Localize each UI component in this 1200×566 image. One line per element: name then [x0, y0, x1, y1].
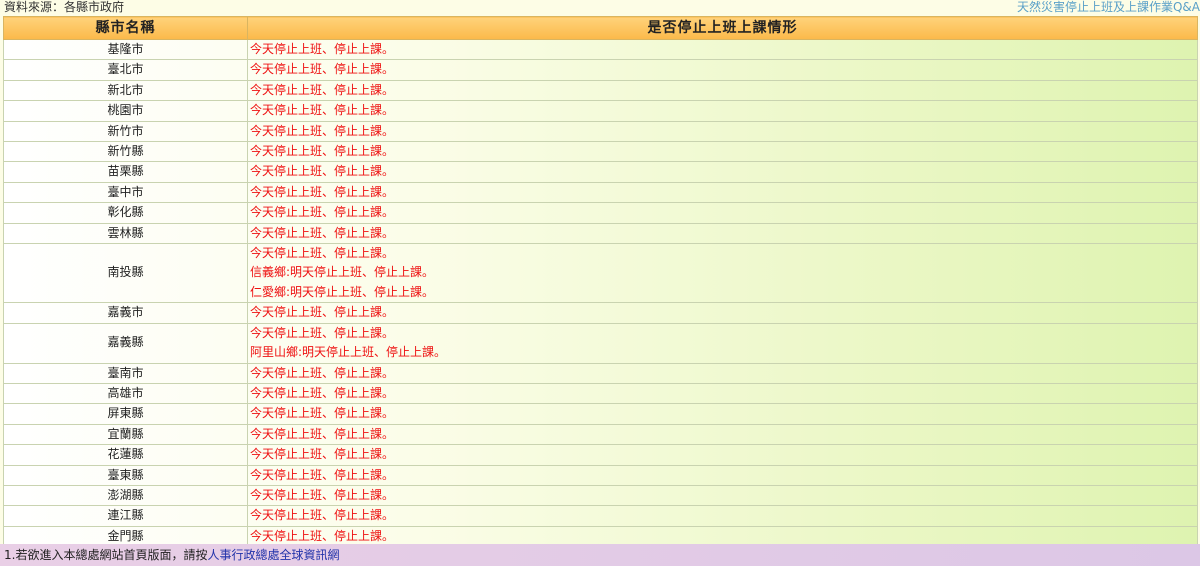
city-name-cell: 澎湖縣: [3, 484, 248, 507]
table-row: 臺南市 今天停止上班、停止上課。: [3, 362, 1198, 384]
closure-status-line: 今天停止上班、停止上課。: [250, 62, 395, 77]
closure-status-cell: 今天停止上班、停止上課。阿里山鄉:明天停止上班、停止上課。: [247, 322, 1198, 364]
closure-status-cell: 今天停止上班、停止上課。: [247, 59, 1198, 81]
closure-status-line: 今天停止上班、停止上課。: [250, 205, 395, 220]
closure-status-line: 今天停止上班、停止上課。: [250, 325, 395, 340]
closure-status-line: 今天停止上班、停止上課。: [250, 508, 395, 523]
closure-status-line: 今天停止上班、停止上課。: [250, 82, 395, 97]
city-name-cell: 基隆市: [3, 38, 248, 61]
city-name-cell: 新北市: [3, 79, 248, 102]
city-name-cell: 臺南市: [3, 362, 248, 384]
table-row: 彰化縣 今天停止上班、停止上課。: [3, 202, 1198, 224]
table-row: 高雄市 今天停止上班、停止上課。: [3, 382, 1198, 405]
closure-status-line: 今天停止上班、停止上課。: [250, 246, 395, 261]
closure-status-cell: 今天停止上班、停止上課。: [247, 38, 1198, 61]
city-name-cell: 連江縣: [3, 505, 248, 527]
table-row: 連江縣 今天停止上班、停止上課。: [3, 505, 1198, 527]
closure-status-line: 今天停止上班、停止上課。: [250, 365, 395, 380]
closure-status-cell: 今天停止上班、停止上課。: [247, 484, 1198, 507]
closure-status-line: 今天停止上班、停止上課。: [250, 305, 395, 320]
table-row: 新北市 今天停止上班、停止上課。: [3, 79, 1198, 102]
closure-status-line: 今天停止上班、停止上課。: [250, 123, 395, 138]
closure-status-table: 縣市名稱 是否停止上班上課情形 基隆市 今天停止上班、停止上課。 臺北市 今天停止上班…: [3, 16, 1198, 548]
closure-status-line: 今天停止上班、停止上課。: [250, 487, 395, 502]
data-source-label: 資料來源：各縣市政府: [4, 0, 125, 14]
closure-status-line: 今天停止上班、停止上課。: [250, 42, 395, 56]
column-header-status: 是否停止上班上課情形: [247, 16, 1198, 40]
table-row: 嘉義市 今天停止上班、停止上課。: [3, 302, 1198, 324]
closure-status-cell: 今天停止上班、停止上課。: [247, 382, 1198, 405]
city-name-cell: 臺東縣: [3, 464, 248, 486]
closure-status-cell: 今天停止上班、停止上課。信義鄉:明天停止上班、停止上課。 仁愛鄉:明天停止上班、停…: [247, 243, 1198, 304]
table-row: 嘉義縣 今天停止上班、停止上課。阿里山鄉:明天停止上班、停止上課。: [3, 322, 1198, 364]
city-name-cell: 嘉義縣: [3, 322, 248, 364]
closure-status-line: 今天停止上班、停止上課。: [250, 426, 395, 441]
closure-status-cell: 今天停止上班、停止上課。: [247, 120, 1198, 143]
table-row: 桃園市 今天停止上班、停止上課。: [3, 100, 1198, 122]
closure-status-line: 仁愛鄉:明天停止上班、停止上課。: [250, 284, 435, 299]
table-row: 南投縣 今天停止上班、停止上課。信義鄉:明天停止上班、停止上課。 仁愛鄉:明天停止上…: [3, 243, 1198, 304]
closure-status-cell: 今天停止上班、停止上課。: [247, 464, 1198, 486]
dgpa-website-link[interactable]: 人事行政總處全球資訊網: [207, 548, 339, 562]
table-body: 基隆市 今天停止上班、停止上課。 臺北市 今天停止上班、停止上課。 新北市 今天停止上班、…: [3, 38, 1198, 548]
city-name-cell: 臺中市: [3, 181, 248, 204]
closure-status-line: 今天停止上班、停止上課。: [250, 184, 395, 199]
table-row: 基隆市 今天停止上班、停止上課。: [3, 38, 1198, 61]
city-name-cell: 新竹市: [3, 120, 248, 143]
closure-status-cell: 今天停止上班、停止上課。: [247, 202, 1198, 224]
closure-status-line: 今天停止上班、停止上課。: [250, 225, 395, 240]
table-row: 雲林縣 今天停止上班、停止上課。: [3, 222, 1198, 245]
city-name-cell: 苗栗縣: [3, 161, 248, 183]
city-name-cell: 新竹縣: [3, 141, 248, 163]
closure-status-cell: 今天停止上班、停止上課。: [247, 181, 1198, 204]
table-row: 臺東縣 今天停止上班、停止上課。: [3, 464, 1198, 486]
city-name-cell: 花蓮縣: [3, 444, 248, 466]
table-row: 花蓮縣 今天停止上班、停止上課。: [3, 444, 1198, 466]
closure-status-line: 信義鄉:明天停止上班、停止上課。: [250, 265, 435, 280]
closure-status-line: 今天停止上班、停止上課。: [250, 103, 395, 118]
closure-status-line: 今天停止上班、停止上課。: [250, 447, 395, 462]
city-name-cell: 雲林縣: [3, 222, 248, 245]
city-name-cell: 彰化縣: [3, 202, 248, 224]
top-bar: 資料來源：各縣市政府 天然災害停止上班及上課作業Q&A: [0, 0, 1200, 15]
city-name-cell: 嘉義市: [3, 302, 248, 324]
table-row: 新竹縣 今天停止上班、停止上課。: [3, 141, 1198, 163]
closure-status-cell: 今天停止上班、停止上課。: [247, 444, 1198, 466]
table-row: 新竹市 今天停止上班、停止上課。: [3, 120, 1198, 143]
table-row: 屏東縣 今天停止上班、停止上課。: [3, 403, 1198, 425]
closure-status-cell: 今天停止上班、停止上課。: [247, 403, 1198, 425]
table-row: 臺中市 今天停止上班、停止上課。: [3, 181, 1198, 204]
closure-status-cell: 今天停止上班、停止上課。: [247, 161, 1198, 183]
disaster-qa-link[interactable]: 天然災害停止上班及上課作業Q&A: [1017, 0, 1200, 15]
closure-status-line: 今天停止上班、停止上課。: [250, 467, 395, 482]
table-header-row: 縣市名稱 是否停止上班上課情形: [3, 16, 1198, 40]
table-row: 臺北市 今天停止上班、停止上課。: [3, 59, 1198, 81]
footer-note: 1.若欲進入本總處網站首頁版面，請按人事行政總處全球資訊網: [0, 544, 1200, 566]
closure-status-cell: 今天停止上班、停止上課。: [247, 505, 1198, 527]
closure-status-cell: 今天停止上班、停止上課。: [247, 222, 1198, 245]
city-name-cell: 南投縣: [3, 243, 248, 304]
closure-status-line: 今天停止上班、停止上課。: [250, 385, 395, 400]
column-header-city: 縣市名稱: [3, 16, 248, 40]
closure-status-cell: 今天停止上班、停止上課。: [247, 141, 1198, 163]
closure-status-cell: 今天停止上班、停止上課。: [247, 423, 1198, 446]
table-row: 宜蘭縣 今天停止上班、停止上課。: [3, 423, 1198, 446]
closure-status-cell: 今天停止上班、停止上課。: [247, 79, 1198, 102]
closure-status-line: 阿里山鄉:明天停止上班、停止上課。: [250, 345, 447, 360]
table-row: 苗栗縣 今天停止上班、停止上課。: [3, 161, 1198, 183]
table-row: 澎湖縣 今天停止上班、停止上課。: [3, 484, 1198, 507]
footer-note-text: 1.若欲進入本總處網站首頁版面，請按: [4, 548, 208, 562]
closure-status-line: 今天停止上班、停止上課。: [250, 406, 395, 421]
city-name-cell: 臺北市: [3, 59, 248, 81]
closure-status-cell: 今天停止上班、停止上課。: [247, 302, 1198, 324]
closure-status-line: 今天停止上班、停止上課。: [250, 144, 395, 159]
city-name-cell: 桃園市: [3, 100, 248, 122]
city-name-cell: 屏東縣: [3, 403, 248, 425]
closure-status-line: 今天停止上班、停止上課。: [250, 164, 395, 179]
closure-status-cell: 今天停止上班、停止上課。: [247, 362, 1198, 384]
city-name-cell: 高雄市: [3, 382, 248, 405]
closure-status-cell: 今天停止上班、停止上課。: [247, 100, 1198, 122]
city-name-cell: 宜蘭縣: [3, 423, 248, 446]
